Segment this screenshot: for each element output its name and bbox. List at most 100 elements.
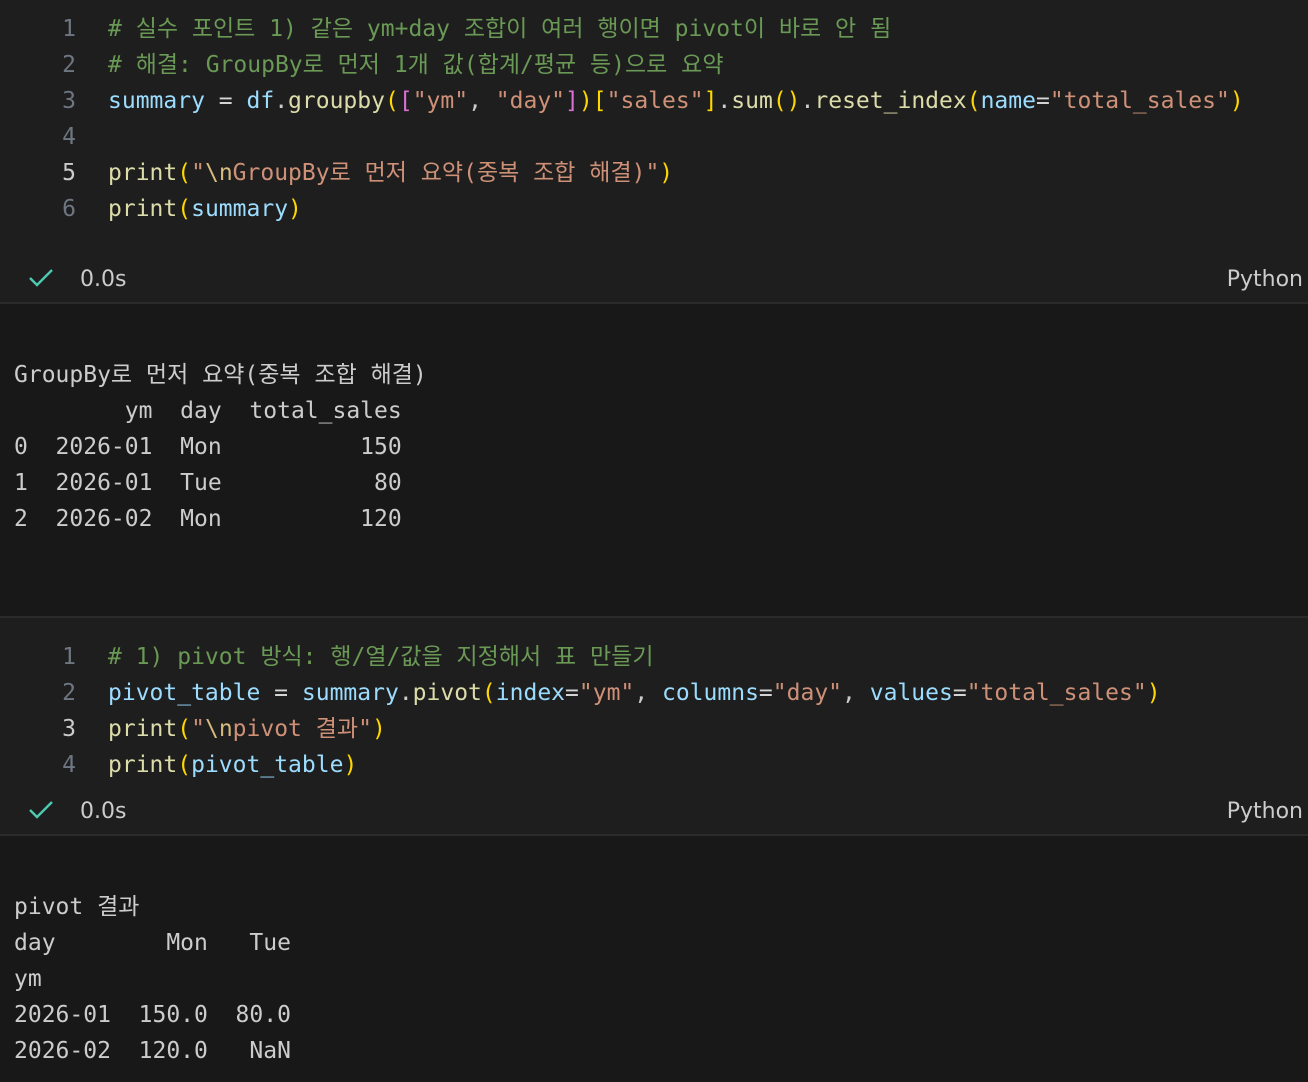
token: summary — [301, 680, 399, 706]
code-text: print(pivot_table) — [108, 747, 357, 783]
token: = — [260, 680, 302, 706]
token: summary — [191, 196, 289, 222]
code-line[interactable]: 4 — [0, 119, 1308, 155]
code-line[interactable]: 4 print(pivot_table) — [0, 747, 1308, 783]
line-number: 3 — [62, 716, 76, 742]
output-text: ym — [14, 966, 42, 992]
line-number: 4 — [62, 124, 76, 150]
token: " — [191, 160, 205, 186]
execution-time: 0.0s — [80, 267, 127, 292]
token: = — [1035, 88, 1050, 114]
token: "day" — [772, 680, 843, 706]
token: , — [634, 680, 662, 706]
code-line[interactable]: 2 pivot_table = summary.pivot(index="ym"… — [0, 675, 1308, 711]
line-number: 5 — [62, 160, 76, 186]
token: ) — [578, 88, 593, 114]
token: \n — [204, 716, 233, 742]
comment-text: # 해결: GroupBy로 먼저 1개 값(합계/평균 등)으로 요약 — [108, 52, 724, 78]
token: print — [108, 716, 178, 742]
token: ) — [371, 716, 386, 742]
token: () — [772, 88, 801, 114]
token: print — [108, 160, 178, 186]
line-number: 2 — [62, 680, 76, 706]
token: ] — [565, 88, 579, 114]
code-text: pivot_table = summary.pivot(index="ym", … — [108, 675, 1161, 711]
token: ) — [288, 196, 302, 222]
token: . — [717, 88, 732, 114]
token: [ — [398, 88, 413, 114]
code-text: print(summary) — [108, 191, 302, 227]
token: ( — [481, 680, 496, 706]
code-text: print("\nGroupBy로 먼저 요약(중복 조합 해결)") — [108, 155, 673, 191]
token: " — [191, 716, 205, 742]
code-line[interactable]: 5 print("\nGroupBy로 먼저 요약(중복 조합 해결)") — [0, 155, 1308, 191]
cell-status-bar: 0.0s Python — [0, 258, 1308, 304]
comment-text: # 실수 포인트 1) 같은 ym+day 조합이 여러 행이면 pivot이 … — [108, 16, 892, 42]
token: pivot_table — [191, 752, 344, 778]
token: print — [108, 752, 178, 778]
output-text: day Mon Tue — [14, 930, 291, 956]
token: ( — [177, 716, 192, 742]
token: ] — [703, 88, 718, 114]
token: ( — [177, 160, 192, 186]
output-text: 2 2026-02 Mon 120 — [14, 506, 402, 532]
token: summary — [108, 88, 205, 114]
comment-text: # 1) pivot 방식: 행/열/값을 지정해서 표 만들기 — [108, 644, 654, 670]
token: df — [246, 88, 275, 114]
token: reset_index — [814, 88, 967, 114]
line-number: 4 — [62, 752, 76, 778]
token: [ — [592, 88, 607, 114]
output-text: GroupBy로 먼저 요약(중복 조합 해결) — [14, 362, 427, 388]
output-text: ym day total_sales — [14, 398, 402, 424]
token: . — [274, 88, 289, 114]
output-text: 0 2026-01 Mon 150 — [14, 434, 402, 460]
cell-status-bar: 0.0s Python — [0, 790, 1308, 836]
token: = — [204, 88, 247, 114]
cell-output-2: pivot 결과 day Mon Tue ym 2026-01 150.0 80… — [0, 836, 1308, 1082]
cell-output-1: GroupBy로 먼저 요약(중복 조합 해결) ym day total_sa… — [0, 304, 1308, 616]
token: "day" — [495, 88, 566, 114]
output-text: pivot 결과 — [14, 894, 140, 920]
token: ) — [1146, 680, 1161, 706]
token: columns — [661, 680, 759, 706]
code-line[interactable]: 3 summary = df.groupby(["ym", "day"])["s… — [0, 83, 1308, 119]
check-icon — [29, 269, 53, 287]
line-number: 1 — [62, 16, 76, 42]
token: values — [869, 680, 953, 706]
code-line[interactable]: 3 print("\npivot 결과") — [0, 711, 1308, 747]
token: = — [952, 680, 967, 706]
token: "total_sales" — [1049, 88, 1230, 114]
line-number: 2 — [62, 52, 76, 78]
token: pivot — [412, 680, 482, 706]
token: groupby — [288, 88, 385, 114]
check-icon — [29, 801, 53, 819]
token: "ym" — [412, 88, 469, 114]
token: sum — [731, 88, 773, 114]
token: "ym" — [578, 680, 635, 706]
token: , — [842, 680, 870, 706]
code-line[interactable]: 6 print(summary) — [0, 191, 1308, 227]
code-line[interactable]: 2 # 해결: GroupBy로 먼저 1개 값(합계/평균 등)으로 요약 — [0, 47, 1308, 83]
line-number: 1 — [62, 644, 76, 670]
cell-language-button[interactable]: Python — [1227, 790, 1303, 834]
line-number: 6 — [62, 196, 76, 222]
token: ( — [177, 752, 192, 778]
cell-language-button[interactable]: Python — [1227, 258, 1303, 302]
token: = — [565, 680, 579, 706]
code-text: summary = df.groupby(["ym", "day"])["sal… — [108, 83, 1244, 119]
token: GroupBy로 먼저 요약(중복 조합 해결)" — [232, 160, 660, 186]
execution-time: 0.0s — [80, 799, 127, 824]
token: ) — [343, 752, 358, 778]
code-line[interactable]: 1 # 실수 포인트 1) 같은 ym+day 조합이 여러 행이면 pivot… — [0, 11, 1308, 47]
token: ( — [966, 88, 981, 114]
code-cell-1[interactable]: 1 # 실수 포인트 1) 같은 ym+day 조합이 여러 행이면 pivot… — [0, 0, 1308, 258]
token: pivot_table — [108, 680, 261, 706]
output-text: 1 2026-01 Tue 80 — [14, 470, 402, 496]
token: , — [468, 88, 496, 114]
token: "total_sales" — [966, 680, 1147, 706]
code-line[interactable]: 1 # 1) pivot 방식: 행/열/값을 지정해서 표 만들기 — [0, 639, 1308, 675]
token: ( — [177, 196, 192, 222]
token: print — [108, 196, 178, 222]
code-cell-2[interactable]: 1 # 1) pivot 방식: 행/열/값을 지정해서 표 만들기 2 piv… — [0, 618, 1308, 790]
token: name — [980, 88, 1036, 114]
